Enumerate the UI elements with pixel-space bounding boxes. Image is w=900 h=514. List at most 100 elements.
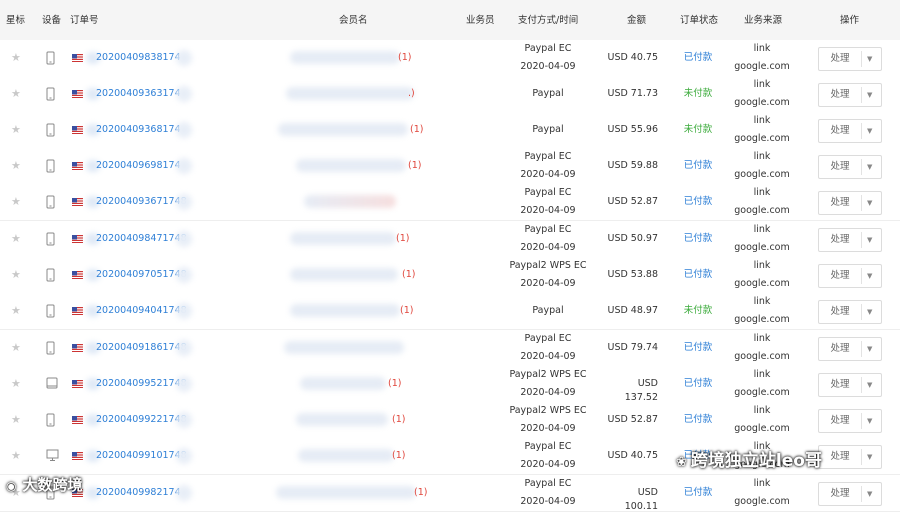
process-button-label[interactable]: 处理 bbox=[819, 120, 861, 142]
payment-method: Paypal EC bbox=[524, 333, 572, 344]
process-button-label[interactable]: 处理 bbox=[819, 374, 861, 396]
process-button[interactable]: 处理 ▼ bbox=[818, 409, 882, 433]
order-status: 未付款 bbox=[683, 88, 713, 99]
process-button-label[interactable]: 处理 bbox=[819, 229, 861, 251]
process-button[interactable]: 处理 ▼ bbox=[818, 482, 882, 506]
button-divider bbox=[861, 159, 862, 175]
chevron-down-icon[interactable]: ▼ bbox=[867, 483, 872, 505]
chevron-down-icon[interactable]: ▼ bbox=[867, 446, 872, 468]
process-button[interactable]: 处理 ▼ bbox=[818, 264, 882, 288]
chevron-down-icon[interactable]: ▼ bbox=[867, 410, 872, 432]
payment-cell: Paypal bbox=[500, 121, 596, 139]
payment-date: 2020-04-09 bbox=[520, 351, 576, 362]
process-button[interactable]: 处理 ▼ bbox=[818, 445, 882, 469]
redacted-order-suffix bbox=[176, 448, 192, 464]
process-button-label[interactable]: 处理 bbox=[819, 483, 861, 505]
source-domain: google.com bbox=[734, 351, 790, 362]
payment-method: Paypal EC bbox=[524, 478, 572, 489]
process-button[interactable]: 处理 ▼ bbox=[818, 155, 882, 179]
us-flag-icon bbox=[72, 307, 83, 315]
star-icon[interactable]: ★ bbox=[11, 342, 22, 353]
source-domain: google.com bbox=[734, 423, 790, 434]
member-order-count[interactable]: (1) bbox=[388, 377, 401, 391]
order-status: 已付款 bbox=[683, 414, 713, 425]
process-button[interactable]: 处理 ▼ bbox=[818, 119, 882, 143]
chevron-down-icon[interactable]: ▼ bbox=[867, 192, 872, 214]
member-order-count[interactable]: .) bbox=[408, 87, 415, 101]
member-order-count[interactable]: (1) bbox=[402, 268, 415, 282]
order-number-link[interactable]: 202004099521748 bbox=[96, 377, 187, 391]
chevron-down-icon[interactable]: ▼ bbox=[867, 120, 872, 142]
redacted-order-suffix bbox=[176, 231, 192, 247]
process-button[interactable]: 处理 ▼ bbox=[818, 47, 882, 71]
process-button-label[interactable]: 处理 bbox=[819, 446, 861, 468]
star-icon[interactable]: ★ bbox=[11, 269, 22, 280]
star-icon[interactable]: ★ bbox=[11, 160, 22, 171]
order-number-link[interactable]: 202004093671748 bbox=[96, 195, 187, 209]
member-order-count[interactable]: (1) bbox=[400, 304, 413, 318]
redacted-member-name bbox=[278, 123, 408, 136]
star-icon[interactable]: ★ bbox=[11, 124, 22, 135]
process-button-label[interactable]: 处理 bbox=[819, 265, 861, 287]
order-number-link[interactable]: 202004091861748 bbox=[96, 341, 187, 355]
member-order-count[interactable]: (1) bbox=[408, 159, 421, 173]
star-icon[interactable]: ★ bbox=[11, 88, 22, 99]
payment-date: 2020-04-09 bbox=[520, 278, 576, 289]
chevron-down-icon[interactable]: ▼ bbox=[867, 338, 872, 360]
member-order-count[interactable]: (1) bbox=[410, 123, 423, 137]
process-button[interactable]: 处理 ▼ bbox=[818, 300, 882, 324]
star-icon[interactable]: ★ bbox=[11, 305, 22, 316]
us-flag-icon bbox=[72, 235, 83, 243]
process-button[interactable]: 处理 ▼ bbox=[818, 337, 882, 361]
order-number-link[interactable]: 20200409363174 bbox=[96, 87, 181, 101]
chevron-down-icon[interactable]: ▼ bbox=[867, 84, 872, 106]
process-button-label[interactable]: 处理 bbox=[819, 84, 861, 106]
order-number-link[interactable]: 20200409368174 bbox=[96, 123, 181, 137]
payment-date: 2020-04-09 bbox=[520, 423, 576, 434]
member-order-count[interactable]: (1) bbox=[396, 232, 409, 246]
star-icon[interactable]: ★ bbox=[11, 414, 22, 425]
source-domain: google.com bbox=[734, 133, 790, 144]
process-button-label[interactable]: 处理 bbox=[819, 156, 861, 178]
payment-cell: Paypal bbox=[500, 302, 596, 320]
chevron-down-icon[interactable]: ▼ bbox=[867, 48, 872, 70]
order-number-link[interactable]: 202004099101748 bbox=[96, 449, 187, 463]
phone-icon bbox=[46, 51, 55, 68]
order-number-link[interactable]: 202004098471748 bbox=[96, 232, 187, 246]
order-number-link[interactable]: 20200409698174 bbox=[96, 159, 181, 173]
button-divider bbox=[861, 51, 862, 67]
process-button[interactable]: 处理 ▼ bbox=[818, 373, 882, 397]
source-domain: google.com bbox=[734, 61, 790, 72]
star-icon[interactable]: ★ bbox=[11, 233, 22, 244]
order-status: 未付款 bbox=[683, 124, 713, 135]
star-icon[interactable]: ★ bbox=[11, 52, 22, 63]
process-button-label[interactable]: 处理 bbox=[819, 410, 861, 432]
order-number-link[interactable]: 20200409838174 bbox=[96, 51, 181, 65]
payment-cell: Paypal EC 2020-04-09 bbox=[500, 184, 596, 220]
order-number-link[interactable]: 202004097051748 bbox=[96, 268, 187, 282]
process-button-label[interactable]: 处理 bbox=[819, 338, 861, 360]
chevron-down-icon[interactable]: ▼ bbox=[867, 301, 872, 323]
chevron-down-icon[interactable]: ▼ bbox=[867, 229, 872, 251]
member-order-count[interactable]: (1) bbox=[392, 449, 405, 463]
order-number-link[interactable]: 202004094041748 bbox=[96, 304, 187, 318]
chevron-down-icon[interactable]: ▼ bbox=[867, 265, 872, 287]
process-button-label[interactable]: 处理 bbox=[819, 48, 861, 70]
order-number-link[interactable]: 202004099221748 bbox=[96, 413, 187, 427]
star-icon[interactable]: ★ bbox=[11, 450, 22, 461]
redacted-member-name bbox=[300, 377, 386, 390]
star-icon[interactable]: ★ bbox=[11, 196, 22, 207]
member-order-count[interactable]: (1) bbox=[398, 51, 411, 65]
button-divider bbox=[861, 123, 862, 139]
process-button[interactable]: 处理 ▼ bbox=[818, 191, 882, 215]
process-button[interactable]: 处理 ▼ bbox=[818, 83, 882, 107]
chevron-down-icon[interactable]: ▼ bbox=[867, 156, 872, 178]
process-button-label[interactable]: 处理 bbox=[819, 192, 861, 214]
order-amount: USD 40.75 bbox=[607, 52, 658, 63]
chevron-down-icon[interactable]: ▼ bbox=[867, 374, 872, 396]
process-button[interactable]: 处理 ▼ bbox=[818, 228, 882, 252]
member-order-count[interactable]: (1) bbox=[392, 413, 405, 427]
star-icon[interactable]: ★ bbox=[11, 378, 22, 389]
order-source: link google.com bbox=[726, 257, 798, 293]
process-button-label[interactable]: 处理 bbox=[819, 301, 861, 323]
